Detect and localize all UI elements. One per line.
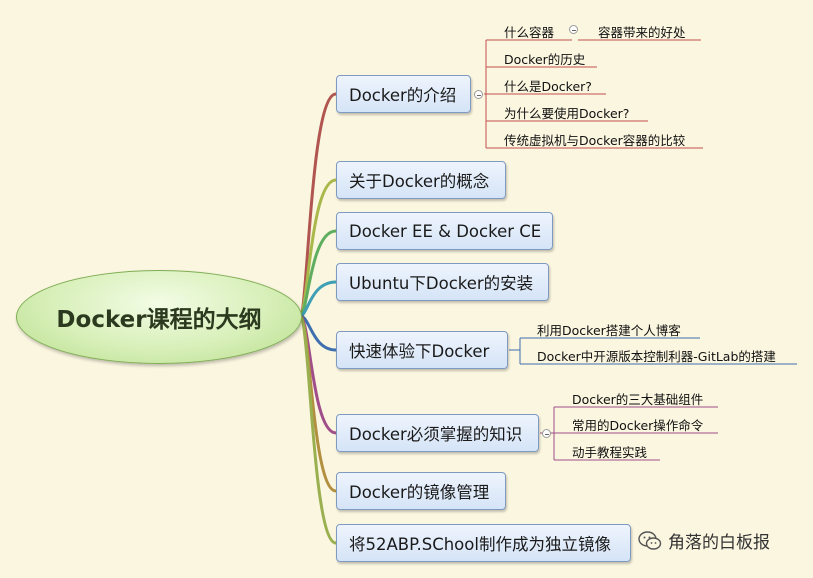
subtopic-docker-gitlab[interactable]: Docker中开源版本控制利器-GitLab的搭建 [537,346,776,365]
subtopic-why-docker[interactable]: 为什么要使用Docker? [504,103,629,122]
topic-docker-ee-ce[interactable]: Docker EE & Docker CE [336,212,553,250]
watermark: 角落的白板报 [638,528,770,553]
subtopic-docker-blog[interactable]: 利用Docker搭建个人博客 [537,320,681,339]
topic-label: Docker的介绍 [349,86,457,105]
topic-ubuntu-install[interactable]: Ubuntu下Docker的安装 [336,263,549,301]
subtopic-docker-commands[interactable]: 常用的Docker操作命令 [572,415,703,434]
topic-must-know[interactable]: Docker必须掌握的知识 [336,414,539,452]
watermark-text: 角落的白板报 [668,533,770,553]
root-label: Docker课程的大纲 [56,307,262,333]
subtopic-docker-history[interactable]: Docker的历史 [504,49,585,68]
topic-docker-concepts[interactable]: 关于Docker的概念 [336,161,506,199]
topic-label: Ubuntu下Docker的安装 [349,274,534,293]
topic-label: Docker的镜像管理 [349,483,490,502]
wechat-icon [638,530,662,550]
topic-build-image[interactable]: 将52ABP.SChool制作成为独立镜像 [336,524,631,562]
root-node[interactable]: Docker课程的大纲 [16,270,302,364]
topic-quick-experience[interactable]: 快速体验下Docker [336,331,508,369]
subtopic-docker-components[interactable]: Docker的三大基础组件 [572,389,703,408]
topic-label: 将52ABP.SChool制作成为独立镜像 [349,535,611,554]
collapse-toggle-icon[interactable] [569,25,578,34]
subtopic-container-benefits[interactable]: 容器带来的好处 [598,22,686,41]
topic-label: 快速体验下Docker [349,342,490,361]
topic-label: Docker EE & Docker CE [349,221,542,241]
subtopic-vm-vs-docker[interactable]: 传统虚拟机与Docker容器的比较 [504,130,685,149]
subtopic-what-is-docker[interactable]: 什么是Docker? [504,76,592,95]
subtopic-hands-on[interactable]: 动手教程实践 [572,442,647,461]
topic-image-management[interactable]: Docker的镜像管理 [336,472,506,510]
collapse-toggle-icon[interactable] [474,90,483,99]
topic-label: Docker必须掌握的知识 [349,425,523,444]
topic-docker-intro[interactable]: Docker的介绍 [336,75,471,113]
subtopic-what-container[interactable]: 什么容器 [504,22,554,41]
topic-label: 关于Docker的概念 [349,172,490,191]
collapse-toggle-icon[interactable] [542,429,551,438]
